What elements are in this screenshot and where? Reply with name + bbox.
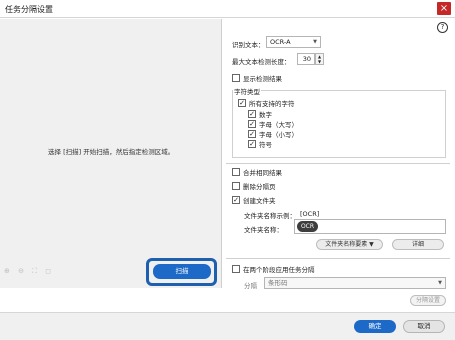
max-length-field[interactable]: 30	[297, 53, 315, 65]
char-type-label-symbols: 符号	[259, 141, 272, 149]
separator-select[interactable]: 条形码 ▼	[264, 277, 446, 289]
char-type-label-upper: 字母（大写）	[259, 121, 298, 129]
chevron-down-icon: ▼	[313, 39, 317, 45]
folder-example-label: 文件夹名称示例：	[244, 212, 296, 220]
folder-name-token[interactable]: OCR	[297, 221, 318, 232]
all-supported-checkbox[interactable]: ✓	[238, 99, 246, 107]
two-stage-checkbox[interactable]	[232, 265, 240, 273]
char-type-label-digits: 数字	[259, 111, 272, 119]
folder-name-label: 文件夹名称：	[244, 226, 283, 234]
char-type-checkbox-symbols[interactable]: ✓	[248, 140, 256, 148]
scan-button[interactable]: 扫描	[153, 264, 211, 279]
char-type-title: 字符类型	[233, 86, 261, 96]
char-type-checkbox-digits[interactable]: ✓	[248, 110, 256, 118]
window-title: 任务分隔设置	[5, 5, 53, 14]
separator-label: 分隔	[244, 282, 257, 290]
max-length-label: 最大文本检测长度：	[232, 58, 291, 66]
divider	[226, 163, 450, 164]
separator-value: 条形码	[268, 279, 288, 287]
create-folder-label: 创建文件夹	[243, 197, 276, 205]
merge-results-label: 合并相同结果	[243, 169, 282, 177]
create-folder-checkbox[interactable]: ✓	[232, 196, 240, 204]
recognition-label: 识别文本：	[232, 41, 265, 49]
title-bar: 任务分隔设置 ×	[0, 0, 455, 18]
max-length-stepper[interactable]: ▲ ▼	[315, 53, 324, 65]
show-results-label: 显示检测结果	[243, 75, 282, 83]
char-type-checkbox-upper[interactable]: ✓	[248, 120, 256, 128]
merge-results-checkbox[interactable]	[232, 168, 240, 176]
show-results-checkbox[interactable]	[232, 74, 240, 82]
preview-instruction: 选择 [扫描] 开始扫描，然后指定检测区域。	[48, 148, 175, 156]
preview-pane: 选择 [扫描] 开始扫描，然后指定检测区域。 ⊕ ⊖ ⛶ ◻	[0, 19, 222, 288]
char-type-label-lower: 字母（小写）	[259, 131, 298, 139]
divider	[226, 258, 450, 259]
help-icon[interactable]: ?	[437, 22, 448, 33]
details-button[interactable]: 详细	[392, 239, 444, 250]
cancel-button[interactable]: 取消	[403, 320, 445, 333]
folder-elements-button[interactable]: 文件夹名称要素 ▼	[316, 239, 383, 250]
recognition-select[interactable]: OCR-A ▼	[266, 36, 321, 48]
recognition-value: OCR-A	[270, 38, 291, 46]
zoom-tools-icon[interactable]: ⊕ ⊖ ⛶ ◻	[4, 267, 54, 276]
char-type-checkbox-lower[interactable]: ✓	[248, 130, 256, 138]
all-supported-label: 所有支持的字符	[249, 100, 295, 108]
separator-settings-button[interactable]: 分隔设置	[410, 295, 446, 306]
two-stage-label: 在两个阶段应用任务分隔	[243, 266, 315, 274]
ok-button[interactable]: 确定	[354, 320, 396, 333]
folder-example-value: [OCR]	[300, 210, 320, 218]
delete-separator-label: 删除分隔页	[243, 183, 276, 191]
chevron-down-icon: ▼	[438, 280, 442, 286]
delete-separator-checkbox[interactable]	[232, 182, 240, 190]
close-button[interactable]: ×	[437, 2, 451, 15]
